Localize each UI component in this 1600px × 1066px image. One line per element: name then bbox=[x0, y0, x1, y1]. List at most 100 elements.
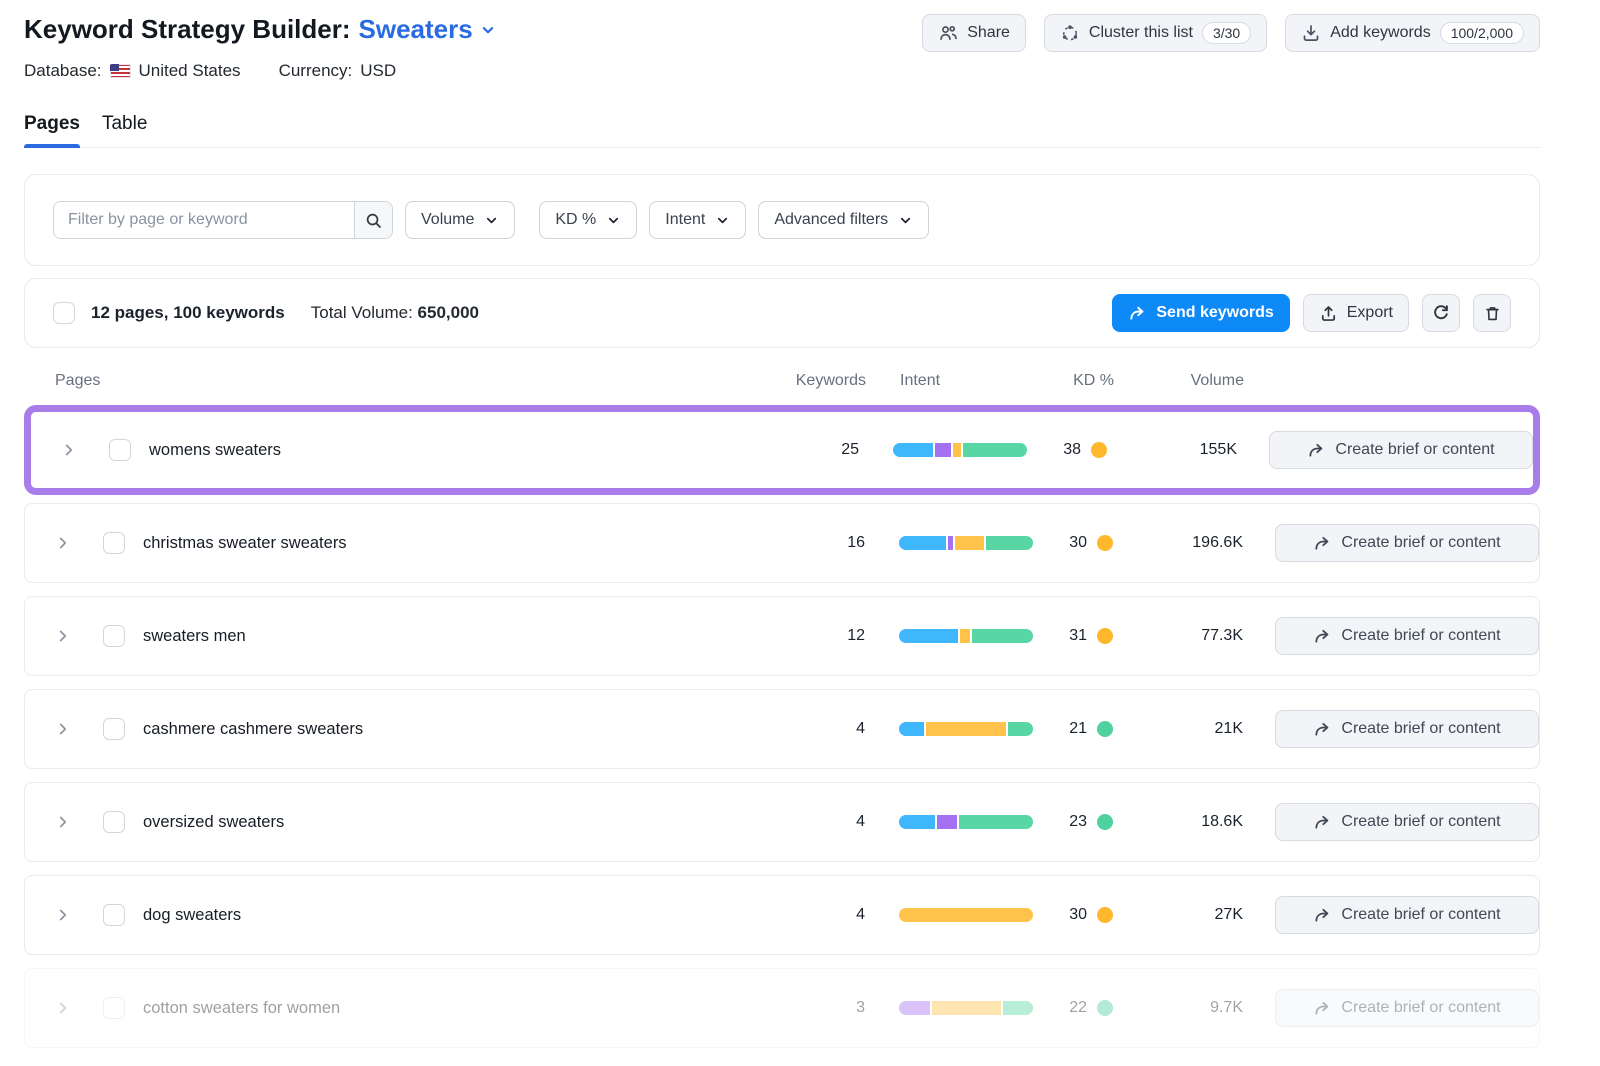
table-row: cashmere cashmere sweaters 4 21 21K Crea… bbox=[24, 689, 1540, 769]
tab-table[interactable]: Table bbox=[102, 107, 147, 147]
send-keywords-button[interactable]: Send keywords bbox=[1112, 294, 1289, 332]
trash-icon bbox=[1483, 304, 1502, 323]
delete-button[interactable] bbox=[1473, 294, 1511, 332]
search-icon bbox=[364, 211, 383, 230]
table-header: Pages Keywords Intent KD % Volume bbox=[24, 362, 1540, 400]
create-brief-arrow-icon bbox=[1313, 999, 1332, 1018]
page-name[interactable]: dog sweaters bbox=[143, 906, 775, 925]
create-brief-button[interactable]: Create brief or content bbox=[1275, 617, 1539, 655]
expand-chevron-icon[interactable] bbox=[51, 813, 75, 831]
kd-dot bbox=[1091, 442, 1107, 458]
intent-segment bbox=[899, 629, 958, 643]
export-button[interactable]: Export bbox=[1303, 294, 1409, 332]
page-name[interactable]: cashmere cashmere sweaters bbox=[143, 720, 775, 739]
page-name[interactable]: sweaters men bbox=[143, 627, 775, 646]
tab-pages[interactable]: Pages bbox=[24, 107, 80, 147]
page-name[interactable]: oversized sweaters bbox=[143, 813, 775, 832]
expand-chevron-icon[interactable] bbox=[51, 906, 75, 924]
total-volume-label: Total Volume: bbox=[311, 303, 413, 322]
kd-dot bbox=[1097, 814, 1113, 830]
intent-segment bbox=[986, 536, 1033, 550]
kd-cell: 31 bbox=[1033, 627, 1113, 645]
share-button[interactable]: Share bbox=[922, 14, 1026, 52]
cluster-list-button[interactable]: Cluster this list 3/30 bbox=[1044, 14, 1267, 52]
intent-segment bbox=[899, 1001, 930, 1015]
volume-value: 155K bbox=[1107, 441, 1237, 459]
expand-chevron-icon[interactable] bbox=[51, 627, 75, 645]
pages-list: womens sweaters 25 38 155K Create brief … bbox=[24, 400, 1540, 1048]
chevron-down-icon bbox=[715, 213, 730, 228]
add-keywords-label: Add keywords bbox=[1330, 24, 1431, 42]
kd-cell: 23 bbox=[1033, 813, 1113, 831]
column-volume: Volume bbox=[1114, 372, 1244, 390]
create-brief-button[interactable]: Create brief or content bbox=[1275, 803, 1539, 841]
create-brief-label: Create brief or content bbox=[1341, 999, 1500, 1017]
table-row: cotton sweaters for women 3 22 9.7K Crea… bbox=[24, 968, 1540, 1048]
row-checkbox[interactable] bbox=[103, 718, 125, 740]
expand-chevron-icon[interactable] bbox=[57, 441, 81, 459]
volume-filter-dropdown[interactable]: Volume bbox=[405, 201, 515, 239]
row-checkbox[interactable] bbox=[103, 904, 125, 926]
page-name[interactable]: cotton sweaters for women bbox=[143, 999, 775, 1018]
intent-segment bbox=[899, 536, 946, 550]
currency-label: Currency: bbox=[279, 61, 353, 81]
search-input[interactable] bbox=[54, 202, 354, 238]
create-brief-label: Create brief or content bbox=[1341, 720, 1500, 738]
cluster-count-badge: 3/30 bbox=[1202, 22, 1251, 44]
expand-chevron-icon[interactable] bbox=[51, 999, 75, 1017]
total-volume: Total Volume: 650,000 bbox=[311, 303, 479, 323]
row-checkbox[interactable] bbox=[103, 625, 125, 647]
refresh-button[interactable] bbox=[1422, 294, 1460, 332]
create-brief-button[interactable]: Create brief or content bbox=[1269, 431, 1533, 469]
create-brief-button[interactable]: Create brief or content bbox=[1275, 989, 1539, 1027]
import-keywords-icon bbox=[1301, 23, 1321, 43]
page-name[interactable]: womens sweaters bbox=[149, 441, 769, 460]
cluster-label: Cluster this list bbox=[1089, 24, 1193, 42]
intent-segment bbox=[960, 629, 970, 643]
search-button[interactable] bbox=[354, 202, 392, 238]
create-brief-button[interactable]: Create brief or content bbox=[1275, 710, 1539, 748]
volume-value: 21K bbox=[1113, 720, 1243, 738]
create-brief-button[interactable]: Create brief or content bbox=[1275, 896, 1539, 934]
kd-dot bbox=[1097, 907, 1113, 923]
kd-value: 31 bbox=[1069, 627, 1087, 645]
page-name[interactable]: christmas sweater sweaters bbox=[143, 534, 775, 553]
keywords-count: 16 bbox=[775, 534, 865, 552]
kd-filter-dropdown[interactable]: KD % bbox=[539, 201, 637, 239]
expand-chevron-icon[interactable] bbox=[51, 720, 75, 738]
kd-cell: 22 bbox=[1033, 999, 1113, 1017]
create-brief-button[interactable]: Create brief or content bbox=[1275, 524, 1539, 562]
row-checkbox[interactable] bbox=[103, 532, 125, 554]
select-all-checkbox[interactable] bbox=[53, 302, 75, 324]
volume-value: 77.3K bbox=[1113, 627, 1243, 645]
page-title: Keyword Strategy Builder: Sweaters bbox=[24, 14, 497, 45]
intent-segment bbox=[899, 722, 924, 736]
row-checkbox[interactable] bbox=[103, 997, 125, 1019]
intent-segment bbox=[935, 443, 952, 457]
top-actions: Share Cluster this list 3/30 Add keyword… bbox=[922, 14, 1540, 52]
intent-segment bbox=[937, 815, 957, 829]
title-block: Keyword Strategy Builder: Sweaters Datab… bbox=[24, 14, 497, 81]
row-checkbox[interactable] bbox=[109, 439, 131, 461]
advanced-filters-dropdown[interactable]: Advanced filters bbox=[758, 201, 929, 239]
kd-value: 23 bbox=[1069, 813, 1087, 831]
kd-value: 21 bbox=[1069, 720, 1087, 738]
table-row: oversized sweaters 4 23 18.6K Create bri… bbox=[24, 782, 1540, 862]
database-value: United States bbox=[139, 61, 241, 81]
share-label: Share bbox=[967, 24, 1010, 42]
refresh-icon bbox=[1431, 303, 1451, 323]
intent-segment bbox=[893, 443, 933, 457]
expand-chevron-icon[interactable] bbox=[51, 534, 75, 552]
intent-filter-dropdown[interactable]: Intent bbox=[649, 201, 746, 239]
advanced-filters-label: Advanced filters bbox=[774, 211, 888, 229]
keywords-count: 3 bbox=[775, 999, 865, 1017]
list-name-dropdown[interactable]: Sweaters bbox=[359, 14, 497, 45]
meta-row: Database: United States Currency: USD bbox=[24, 61, 497, 81]
intent-segment bbox=[955, 536, 983, 550]
row-checkbox[interactable] bbox=[103, 811, 125, 833]
column-intent: Intent bbox=[900, 372, 1034, 390]
kd-dot bbox=[1097, 628, 1113, 644]
add-keywords-button[interactable]: Add keywords 100/2,000 bbox=[1285, 14, 1540, 52]
chevron-down-icon bbox=[484, 213, 499, 228]
keywords-count: 4 bbox=[775, 720, 865, 738]
